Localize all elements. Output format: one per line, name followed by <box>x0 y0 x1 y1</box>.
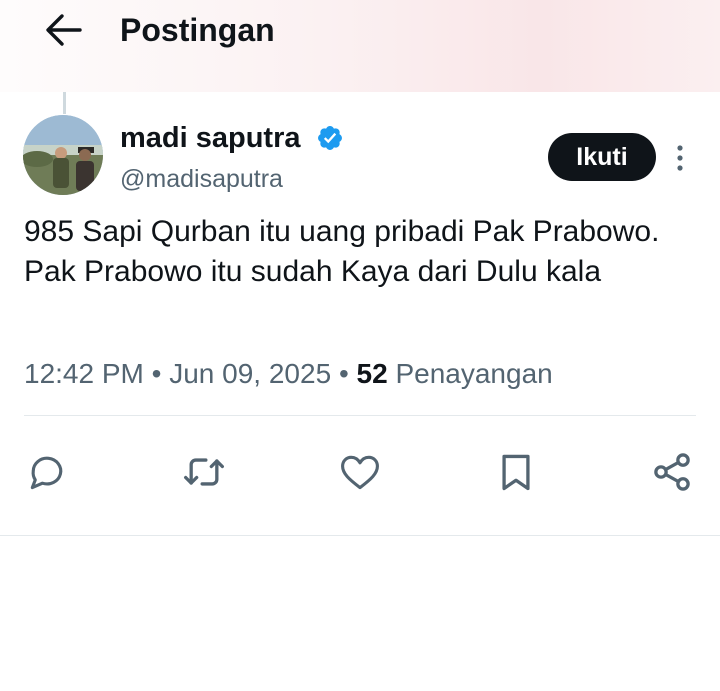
top-app-bar: Postingan <box>0 0 720 92</box>
section-divider <box>0 535 720 536</box>
post-metadata: 12:42 PM • Jun 09, 2025 • 52 Penayangan <box>24 356 553 392</box>
share-icon <box>654 453 690 491</box>
post-date[interactable]: Jun 09, 2025 <box>169 358 331 389</box>
meta-separator: • <box>338 358 349 389</box>
like-button[interactable] <box>338 450 382 494</box>
author-name[interactable]: madi saputra <box>120 121 301 155</box>
author-handle[interactable]: @madisaputra <box>120 163 283 195</box>
repost-icon <box>184 458 224 486</box>
more-options-button[interactable] <box>668 140 692 176</box>
thread-connector-line <box>63 92 66 114</box>
post-text: 985 Sapi Qurban itu uang pribadi Pak Pra… <box>24 215 660 288</box>
follow-button[interactable]: Ikuti <box>548 133 656 181</box>
reply-icon <box>30 456 63 490</box>
meta-separator: • <box>151 358 162 389</box>
repost-button[interactable] <box>182 450 226 494</box>
verified-badge-icon <box>318 126 342 150</box>
like-icon <box>341 455 379 490</box>
share-button[interactable] <box>650 450 694 494</box>
avatar-photo <box>23 115 103 195</box>
page-title: Postingan <box>120 12 275 48</box>
post-time[interactable]: 12:42 PM <box>24 358 144 389</box>
views-count: 52 <box>356 358 388 389</box>
back-button[interactable] <box>44 10 84 50</box>
more-vertical-icon <box>677 145 683 171</box>
avatar[interactable] <box>23 115 103 195</box>
arrow-left-icon <box>46 14 82 46</box>
bookmark-button[interactable] <box>494 450 538 494</box>
bookmark-icon <box>502 454 530 491</box>
views-label: Penayangan <box>395 358 553 389</box>
divider <box>24 415 696 416</box>
reply-button[interactable] <box>25 450 69 494</box>
